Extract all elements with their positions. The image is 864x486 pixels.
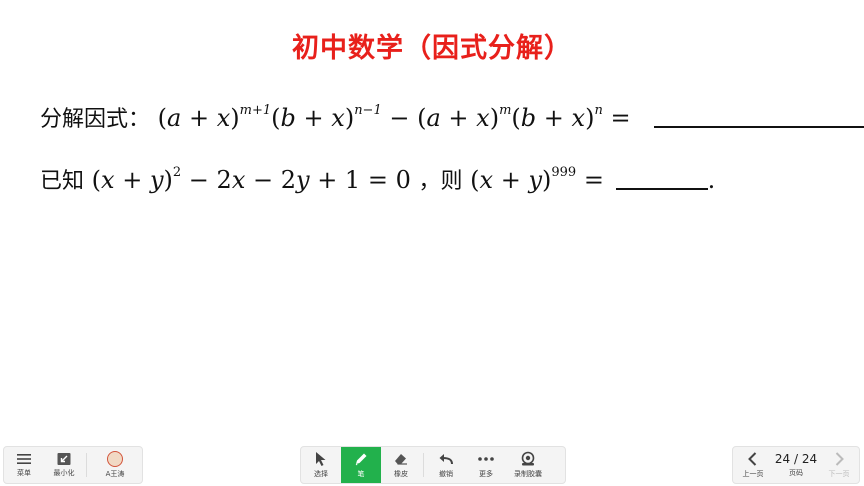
next-page-button[interactable]: 下一页 — [819, 447, 859, 483]
pen-tool-button[interactable]: 笔 — [341, 447, 381, 483]
avatar-icon — [107, 451, 123, 467]
answer-blank-2 — [615, 168, 708, 190]
eraser-tool-label: 橡皮 — [394, 470, 408, 478]
toolbar-tools: 选择 笔 橡皮 撤销 更多 录制胶囊 — [300, 446, 566, 484]
chevron-right-icon — [835, 452, 844, 466]
problem-2-label: 已知 — [40, 169, 85, 194]
pen-tool-label: 笔 — [357, 470, 365, 478]
select-tool-button[interactable]: 选择 — [301, 447, 341, 483]
problem-2-period: . — [707, 166, 716, 194]
problem-1: 分解因式： (a + x)m+1(b + x)n−1 − (a + x)m(b … — [40, 96, 864, 135]
problem-2-then-label: 则 — [440, 169, 463, 194]
toolbar-left: 菜单 最小化 A王涛 — [3, 446, 143, 484]
pen-icon — [355, 453, 367, 466]
problem-2-question: (x + y)999 = — [470, 165, 604, 194]
more-button[interactable]: 更多 — [466, 447, 506, 483]
menu-button[interactable]: 菜单 — [4, 447, 44, 483]
toolbar-pagination: 上一页 24 / 24 页码 下一页 — [732, 446, 860, 484]
minimize-label: 最小化 — [53, 469, 75, 477]
prev-page-button[interactable]: 上一页 — [733, 447, 773, 483]
minimize-icon — [57, 453, 71, 465]
eraser-icon — [395, 454, 407, 465]
page-title: 初中数学（因式分解） — [292, 33, 572, 64]
answer-blank-1 — [654, 106, 864, 128]
record-capsule-label: 录制胶囊 — [514, 470, 542, 478]
more-label: 更多 — [479, 470, 493, 478]
toolbar-separator — [86, 453, 87, 477]
menu-icon — [17, 454, 31, 464]
prev-page-label: 上一页 — [742, 470, 764, 478]
more-icon — [478, 457, 494, 461]
chevron-left-icon — [748, 452, 757, 466]
toolbar-separator — [423, 453, 424, 477]
page-indicator[interactable]: 24 / 24 页码 — [773, 447, 819, 483]
undo-label: 撤销 — [439, 470, 453, 478]
menu-label: 菜单 — [17, 469, 31, 477]
next-page-label: 下一页 — [828, 470, 850, 478]
cursor-icon — [316, 452, 326, 466]
user-button[interactable]: A王涛 — [89, 447, 141, 483]
undo-button[interactable]: 撤销 — [426, 447, 466, 483]
problem-2-comma: ， — [418, 169, 441, 194]
record-icon — [521, 451, 535, 466]
page-label: 页码 — [789, 469, 803, 477]
undo-icon — [439, 454, 453, 465]
page-number: 24 / 24 — [774, 452, 818, 466]
minimize-button[interactable]: 最小化 — [44, 447, 84, 483]
eraser-tool-button[interactable]: 橡皮 — [381, 447, 421, 483]
problem-2-condition: (x + y)2 − 2x − 2y + 1 = 0 — [91, 165, 411, 194]
problem-1-label: 分解因式： — [40, 107, 151, 132]
select-tool-label: 选择 — [314, 470, 328, 478]
record-capsule-button[interactable]: 录制胶囊 — [506, 447, 550, 483]
problem-1-expression: (a + x)m+1(b + x)n−1 − (a + x)m(b + x)n … — [157, 103, 631, 132]
user-label: A王涛 — [105, 470, 125, 478]
problem-2: 已知 (x + y)2 − 2x − 2y + 1 = 0 ，则 (x + y)… — [40, 158, 715, 197]
